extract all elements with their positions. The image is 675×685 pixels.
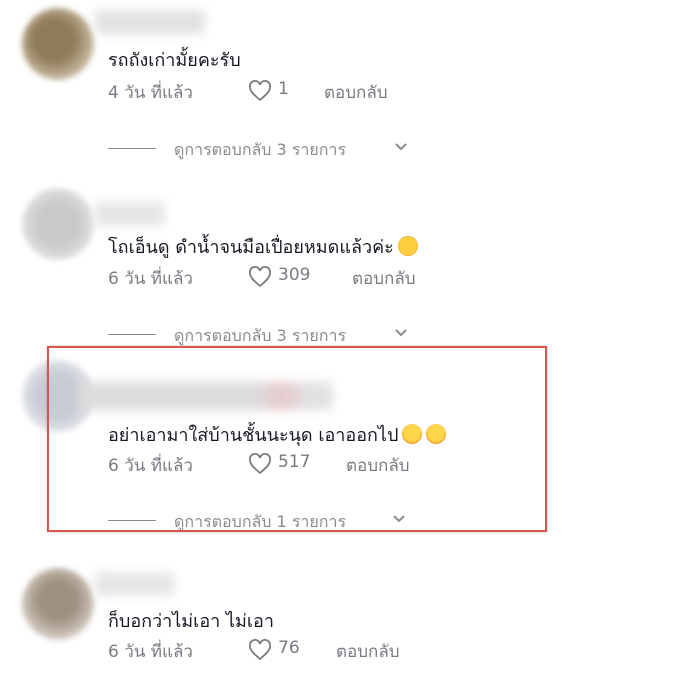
chevron-down-icon [395, 329, 407, 337]
comment-item: ก็บอกว่าไม่เอา ไม่เอา 6 วัน ที่แล้ว 76 ต… [0, 540, 675, 685]
heart-icon[interactable] [248, 266, 272, 288]
chevron-down-icon [395, 143, 407, 151]
like-count: 76 [278, 638, 300, 658]
view-replies-label: ดูการตอบกลับ 3 รายการ [174, 140, 347, 159]
heart-icon[interactable] [248, 639, 272, 661]
divider [108, 148, 156, 149]
comment-text: โถเอ็นดู ดำน้ำจนมือเปื่อยหมดแล้วค่ะ [108, 232, 418, 261]
comment-text-content: โถเอ็นดู ดำน้ำจนมือเปื่อยหมดแล้วค่ะ [108, 237, 394, 258]
reply-button[interactable]: ตอบกลับ [324, 79, 388, 106]
comment-text: รถถังเก่ามั้ยคะรับ [108, 50, 241, 71]
comment-time: 6 วัน ที่แล้ว [108, 642, 193, 662]
username-blurred[interactable] [95, 10, 205, 34]
comment-item: รถถังเก่ามั้ยคะรับ 4 วัน ที่แล้ว 1 ตอบกล… [0, 0, 675, 180]
divider [108, 334, 156, 335]
avatar[interactable] [22, 188, 94, 260]
comment-text: ก็บอกว่าไม่เอา ไม่เอา [108, 611, 274, 632]
like-count: 309 [278, 265, 311, 285]
reply-button[interactable]: ตอบกลับ [336, 638, 400, 665]
username-blurred[interactable] [95, 202, 165, 226]
avatar[interactable] [22, 568, 94, 640]
comment-item: โถเอ็นดู ดำน้ำจนมือเปื่อยหมดแล้วค่ะ 6 วั… [0, 180, 675, 350]
heart-icon[interactable] [248, 80, 272, 102]
username-blurred[interactable] [95, 572, 175, 596]
comment-time: 6 วัน ที่แล้ว [108, 269, 193, 289]
avatar[interactable] [22, 8, 94, 80]
like-count: 1 [278, 79, 289, 99]
reply-button[interactable]: ตอบกลับ [352, 265, 416, 292]
comment-time: 4 วัน ที่แล้ว [108, 83, 193, 103]
highlight-box [47, 346, 547, 532]
smiling-sweat-emoji [397, 236, 418, 256]
